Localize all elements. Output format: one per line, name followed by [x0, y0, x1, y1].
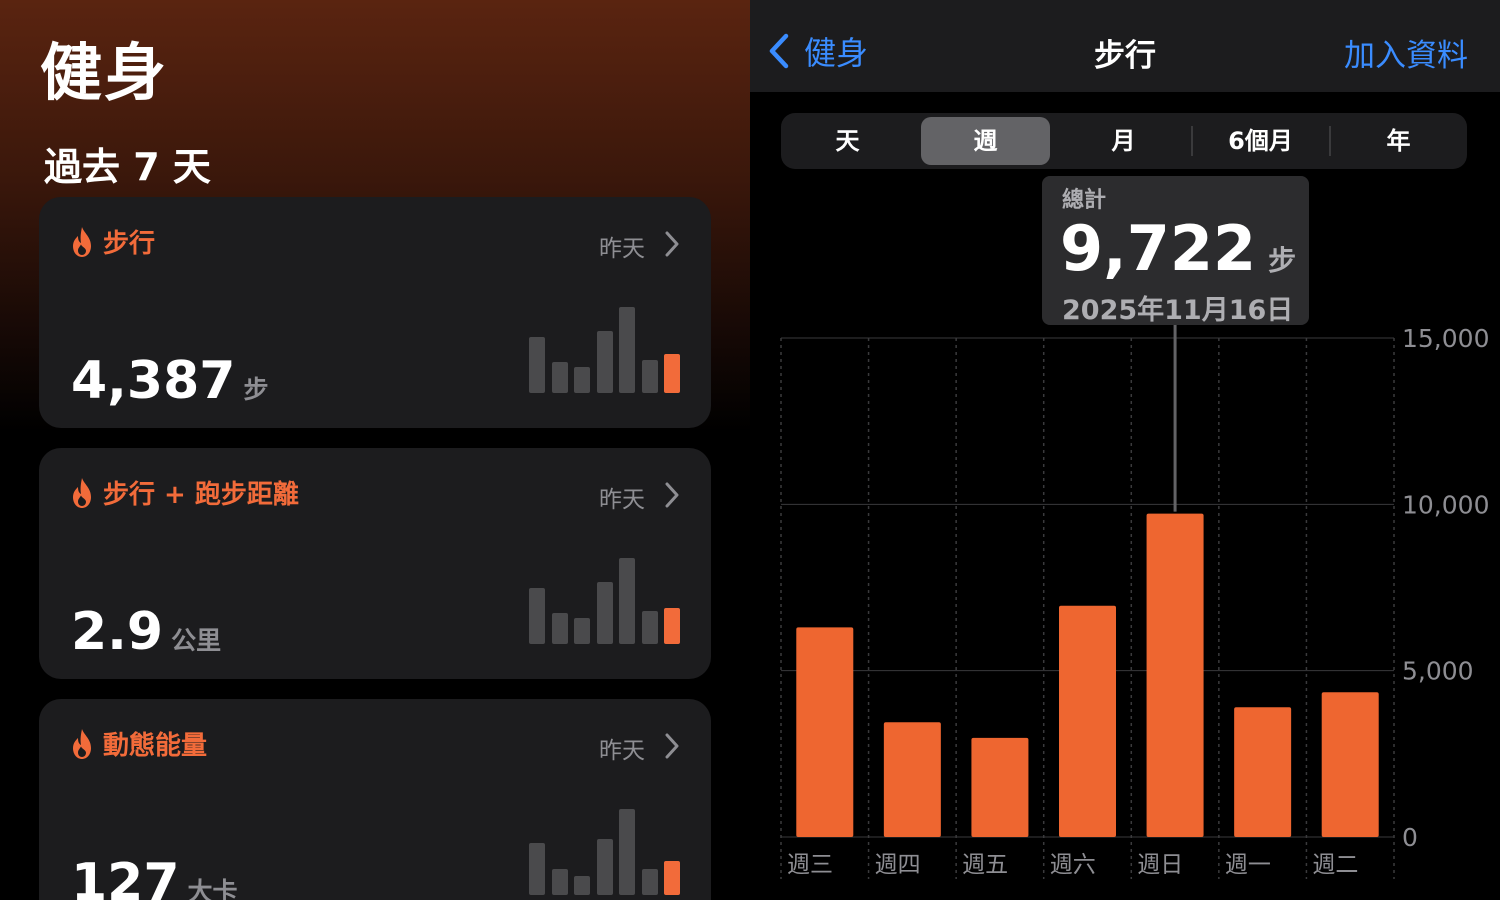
x-tick-label: 週二 [1312, 852, 1358, 878]
mini-bar [529, 588, 545, 644]
segment-divider [1329, 126, 1331, 156]
segment-day[interactable]: 天 [783, 117, 912, 165]
mini-bar [529, 843, 545, 895]
y-tick-label: 0 [1402, 823, 1418, 852]
flame-icon [73, 728, 91, 759]
segment-divider [1191, 126, 1193, 156]
mini-bar [664, 354, 680, 393]
tooltip-date: 2025年11月16日 [1062, 295, 1294, 326]
segment-week[interactable]: 週 [921, 117, 1050, 165]
bar-週四 [883, 722, 941, 837]
mini-bar [551, 613, 568, 644]
mini-bar [641, 869, 658, 895]
x-tick-label: 週六 [1050, 852, 1096, 878]
bar-週二 [1321, 692, 1379, 837]
card-value-number: 2.9 [71, 602, 164, 662]
summary-panel: 健身 過去 7 天 步行 昨天 4,387 步 步行 + 跑步距離 昨天 2.9… [0, 0, 750, 900]
card-value-number: 4,387 [71, 351, 236, 411]
section-title: 過去 7 天 [44, 145, 211, 189]
x-tick-label: 週四 [875, 852, 921, 878]
y-tick-label: 15,000 [1402, 324, 1489, 353]
mini-bar [596, 331, 613, 393]
tooltip-label: 總計 [1062, 188, 1107, 213]
mini-bar [596, 839, 613, 895]
tooltip-value-number: 9,722 [1060, 212, 1257, 285]
card-active-energy[interactable]: 動態能量 昨天 127 大卡 [39, 699, 711, 900]
card-header: 步行 [69, 223, 155, 260]
card-value-unit: 步 [243, 375, 269, 404]
flame-icon [73, 226, 91, 257]
mini-bar-chart [529, 307, 680, 393]
card-value: 2.9 公里 [71, 602, 221, 662]
card-header: 步行 + 跑步距離 [69, 474, 299, 511]
card-title: 步行 + 跑步距離 [103, 480, 299, 510]
mini-bar [596, 582, 613, 644]
mini-bar [551, 869, 568, 895]
selection-tooltip: 總計 9,722 步 2025年11月16日 [1042, 176, 1309, 326]
y-tick-label: 5,000 [1402, 657, 1474, 686]
card-value: 127 大卡 [71, 853, 238, 900]
mini-bar [641, 360, 658, 393]
range-segmented-control: 天 週 月 6個月 年 [781, 113, 1467, 169]
segment-6-months[interactable]: 6個月 [1196, 117, 1325, 165]
tooltip-value: 9,722 步 [1060, 212, 1296, 285]
mini-bar [664, 608, 680, 644]
card-steps[interactable]: 步行 昨天 4,387 步 [39, 197, 711, 428]
segment-month[interactable]: 月 [1059, 117, 1188, 165]
x-tick-label: 週五 [962, 852, 1008, 878]
mini-bar [529, 337, 545, 393]
mini-bar [619, 809, 635, 895]
x-tick-label: 週日 [1137, 852, 1183, 878]
mini-bar [664, 861, 680, 895]
mini-bar [551, 362, 568, 393]
y-tick-label: 10,000 [1402, 490, 1489, 519]
bar-週一 [1234, 707, 1292, 837]
card-value-unit: 公里 [171, 626, 222, 655]
card-title: 動態能量 [103, 731, 208, 761]
bar-週五 [971, 737, 1029, 837]
add-data-button[interactable]: 加入資料 [1344, 30, 1468, 75]
card-value-number: 127 [71, 853, 180, 900]
mini-bar [619, 558, 635, 644]
x-tick-label: 週一 [1225, 852, 1271, 878]
card-header: 動態能量 [69, 725, 207, 762]
nav-bar: 健身 步行 加入資料 [750, 0, 1500, 92]
mini-bar [574, 618, 590, 644]
chevron-right-icon [665, 231, 679, 257]
chevron-right-icon [665, 482, 679, 508]
mini-bar [574, 876, 590, 895]
mini-bar-chart [529, 558, 680, 644]
bar-週日 [1146, 513, 1204, 837]
card-distance[interactable]: 步行 + 跑步距離 昨天 2.9 公里 [39, 448, 711, 679]
tooltip-value-unit: 步 [1268, 244, 1297, 277]
x-tick-label: 週三 [787, 852, 833, 878]
mini-bar [641, 611, 658, 644]
mini-bar-chart [529, 809, 680, 895]
bar-週六 [1059, 605, 1116, 837]
detail-panel: 健身 步行 加入資料 天 週 月 6個月 年 15,000 10,000 5,000… [750, 0, 1500, 900]
card-date: 昨天 [599, 487, 645, 513]
mini-bar [619, 307, 635, 393]
chevron-right-icon [665, 733, 679, 759]
card-value: 4,387 步 [71, 351, 269, 411]
card-title: 步行 [103, 229, 156, 259]
segment-year[interactable]: 年 [1334, 117, 1463, 165]
flame-icon [73, 477, 91, 508]
card-date: 昨天 [599, 236, 645, 262]
card-value-unit: 大卡 [187, 877, 238, 900]
card-date: 昨天 [599, 738, 645, 764]
mini-bar [574, 367, 590, 393]
bar-週三 [796, 627, 854, 837]
app-title: 健身 [40, 36, 169, 109]
